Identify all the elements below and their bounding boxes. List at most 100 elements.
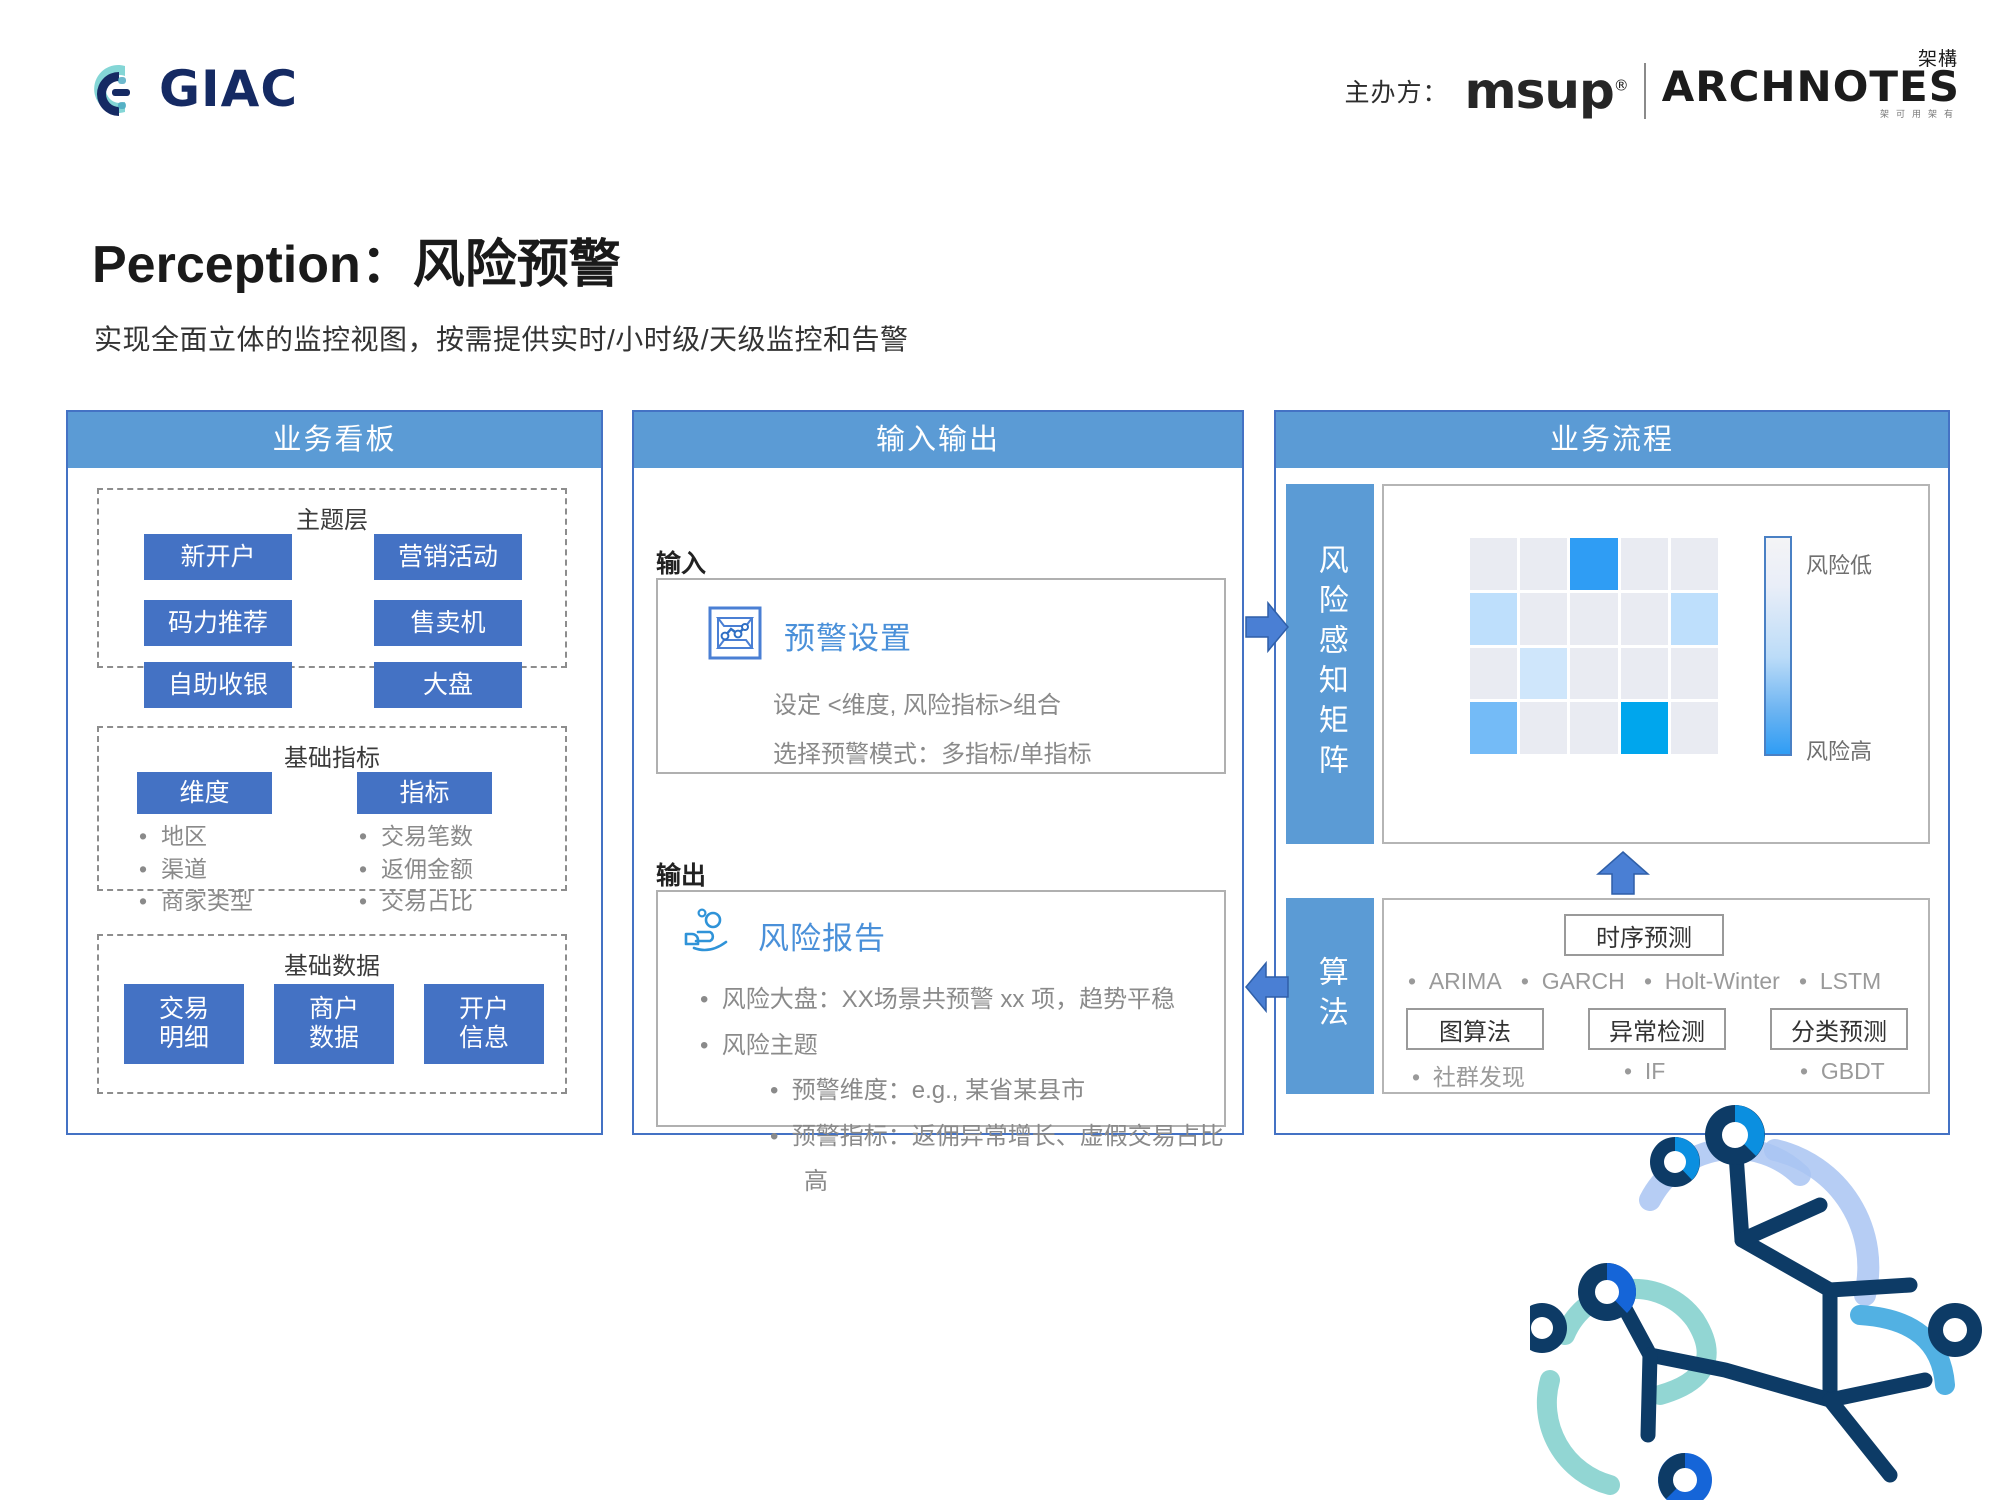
arrow-left-icon (1244, 960, 1290, 1019)
hand-person-icon (680, 908, 738, 963)
heatmap-cell (1570, 592, 1618, 645)
heatmap-cell (1670, 592, 1718, 645)
output-card-header: 风险报告 (680, 908, 1224, 963)
list-item: • 交易占比 (359, 888, 473, 915)
algo-box-time-series[interactable]: 时序预测 (1564, 914, 1724, 956)
theme-box-self-checkout[interactable]: 自助收银 (144, 662, 292, 708)
risk-matrix-card: 风险低 风险高 (1382, 484, 1930, 844)
archnotes-tagline: 架可用架有 (1879, 109, 1960, 119)
list-item: • 商家类型 (139, 888, 253, 915)
decorative-network-graphic (1517, 1080, 2000, 1505)
output-bullet-list: • 风险大盘：XX场景共预警 xx 项，趋势平稳 • 风险主题 • 预警维度：e… (700, 977, 1224, 1205)
heatmap-cell (1470, 592, 1518, 645)
archnotes-cn-label: 架構 (1917, 49, 1958, 70)
input-card: 预警设置 设定 <维度, 风险指标>组合 选择预警模式：多指标/单指标 (656, 578, 1226, 774)
heatmap-cell (1470, 702, 1518, 754)
heatmap-cell (1470, 538, 1518, 590)
slide-root: GIAC 主办方： msup® 架構 ARCHNOTES 架可用架有 Perce… (0, 0, 2000, 1505)
output-card: 风险报告 • 风险大盘：XX场景共预警 xx 项，趋势平稳 • 风险主题 • 预… (656, 890, 1226, 1195)
indicator-bullets: • 交易笔数 • 返佣金额 • 交易占比 (359, 820, 473, 918)
panel-input-output: 输入输出 输入 预警设置 设定 <维度, 风险指标>组合 选择预警模式：多指标/… (632, 410, 1244, 1195)
theme-box-new-account[interactable]: 新开户 (144, 534, 292, 580)
list-item: • ARIMA (1408, 968, 1502, 994)
heatmap-cell (1670, 538, 1718, 590)
msup-wordmark: msup (1464, 62, 1614, 120)
msup-logo: msup® (1464, 62, 1629, 120)
heatmap-cell (1570, 647, 1618, 700)
data-box-account-info[interactable]: 开户 信息 (424, 984, 544, 1064)
panel-dashboard-title: 业务看板 (68, 412, 601, 468)
list-item: • 地区 (139, 823, 207, 849)
list-item: • 预警指标：返佣异常增长、虚假交易占比高 (770, 1122, 1224, 1196)
group-base-metrics-title: 基础指标 (284, 745, 380, 772)
arrow-right-icon (1244, 600, 1290, 659)
heatmap-cell (1670, 702, 1718, 754)
algorithm-card: 时序预测 • ARIMA • GARCH • Holt-Winter • LST… (1382, 898, 1930, 1094)
input-card-line-2: 选择预警模式：多指标/单指标 (773, 741, 1092, 768)
heatmap-cell (1620, 647, 1668, 700)
heatmap-cell (1620, 538, 1668, 590)
group-theme-layer: 主题层 新开户 营销活动 码力推荐 售卖机 自助收银 大盘 (97, 488, 567, 708)
list-item: • 预警维度：e.g., 某省某县市 (770, 1077, 1086, 1105)
heatmap-cell (1520, 538, 1568, 590)
side-tab-risk-matrix: 风险感知矩阵 (1286, 484, 1374, 844)
output-label: 输出 (656, 862, 707, 890)
group-base-data: 基础数据 交易 明细 商户 数据 开户 信息 (97, 934, 567, 1094)
algo-box-classification[interactable]: 分类预测 (1770, 1008, 1908, 1050)
output-card-title: 风险报告 (758, 921, 886, 956)
group-theme-layer-title: 主题层 (296, 507, 368, 534)
algo-box-anomaly-detection[interactable]: 异常检测 (1588, 1008, 1726, 1050)
input-card-title: 预警设置 (784, 621, 912, 656)
list-item: • LSTM (1798, 968, 1882, 994)
list-item: • 渠道 (139, 855, 207, 882)
giac-logo: GIAC (85, 58, 298, 120)
heatmap-cell (1520, 647, 1568, 700)
heatmap-cell (1520, 702, 1568, 754)
heatmap-cell (1520, 592, 1568, 645)
list-item: • 风险大盘：XX场景共预警 xx 项，趋势平稳 (700, 986, 1176, 1013)
risk-heatmap (1470, 538, 1718, 754)
data-box-line-2: 信息 (458, 1024, 509, 1052)
input-label: 输入 (656, 550, 707, 578)
colorbar-label-high: 风险高 (1806, 739, 1873, 764)
list-item: • Holt-Winter (1643, 968, 1780, 994)
list-item: • 风险主题 (700, 1031, 818, 1059)
arrow-up-icon (1596, 850, 1650, 901)
heatmap-cell (1570, 538, 1618, 590)
page-subtitle: 实现全面立体的监控视图，按需提供实时/小时级/天级监控和告警 (94, 324, 909, 355)
theme-box-code-recommend[interactable]: 码力推荐 (144, 600, 292, 646)
dimension-bullets: • 地区 • 渠道 • 商家类型 (139, 820, 253, 918)
list-item: • 交易笔数 (359, 823, 473, 849)
list-item: • 返佣金额 (359, 855, 473, 882)
theme-box-vending-machine[interactable]: 售卖机 (374, 600, 522, 646)
heatmap-cell (1670, 647, 1718, 700)
group-base-data-title: 基础数据 (284, 953, 380, 980)
panel-business-dashboard: 业务看板 主题层 新开户 营销活动 码力推荐 售卖机 自助收银 大盘 基础指标 … (66, 410, 603, 1135)
algo-row-time-series-items: • ARIMA • GARCH • Holt-Winter • LSTM (1408, 968, 1881, 995)
heatmap-cell (1620, 702, 1668, 754)
host-logos: 主办方： msup® 架構 ARCHNOTES 架可用架有 (1344, 49, 1960, 120)
theme-box-marketing[interactable]: 营销活动 (374, 534, 522, 580)
metric-box-dimension[interactable]: 维度 (137, 772, 272, 814)
data-box-transaction-detail[interactable]: 交易 明细 (124, 984, 244, 1064)
panel-io-title: 输入输出 (634, 412, 1242, 468)
page-title: Perception：风险预警 (92, 236, 621, 294)
giac-wordmark: GIAC (159, 60, 299, 118)
metric-box-indicator[interactable]: 指标 (357, 772, 492, 814)
archnotes-wordmark: ARCHNOTES (1661, 62, 1960, 111)
archnotes-logo: 架構 ARCHNOTES 架可用架有 (1661, 49, 1960, 120)
msup-registered-mark: ® (1613, 76, 1629, 95)
input-card-line-1: 设定 <维度, 风险指标>组合 (773, 692, 1062, 719)
panel-business-flow: 业务流程 风险感知矩阵 风险低 风险高 算法 时序预测 • ARIMA • GA… (1274, 410, 1950, 1135)
algo-box-graph[interactable]: 图算法 (1406, 1008, 1544, 1050)
data-box-line-1: 开户 (458, 995, 509, 1024)
algo-item-community-detection: • 社群发现 (1412, 1064, 1525, 1090)
host-label: 主办方： (1344, 79, 1449, 107)
data-box-merchant-data[interactable]: 商户 数据 (274, 984, 394, 1064)
colorbar-label-low: 风险低 (1806, 553, 1873, 578)
group-base-metrics: 基础指标 维度 指标 • 地区 • 渠道 • 商家类型 • 交易笔数 • 返佣金额 • 交易… (97, 726, 567, 914)
theme-box-overview[interactable]: 大盘 (374, 662, 522, 708)
input-card-header: 预警设置 (706, 604, 1224, 667)
data-box-line-2: 数据 (308, 1024, 359, 1052)
heatmap-cell (1470, 647, 1518, 700)
